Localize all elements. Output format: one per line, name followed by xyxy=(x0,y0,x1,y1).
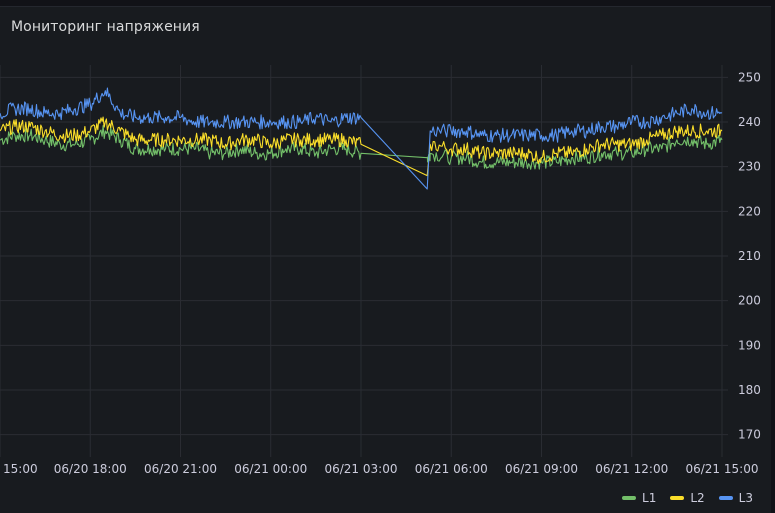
legend-item-l1[interactable]: L1 xyxy=(622,491,656,505)
legend-swatch xyxy=(622,496,637,500)
y-tick-label: 180 xyxy=(738,383,761,397)
chart-legend: L1 L2 L3 xyxy=(622,491,753,505)
legend-label: L1 xyxy=(642,491,657,505)
legend-item-l3[interactable]: L3 xyxy=(718,491,753,505)
x-tick-label: 06/21 12:00 xyxy=(595,462,668,476)
x-tick-label: 06/21 09:00 xyxy=(505,462,578,476)
x-axis-labels: 15:00 06/20 18:00 06/20 21:00 06/21 00:00 06… xyxy=(3,462,758,476)
legend-label: L3 xyxy=(738,491,753,505)
legend-item-l2[interactable]: L2 xyxy=(670,491,705,505)
legend-swatch xyxy=(670,496,685,500)
y-tick-label: 190 xyxy=(738,338,761,352)
y-tick-label: 250 xyxy=(738,70,761,84)
y-tick-label: 240 xyxy=(738,115,761,129)
voltage-panel: Мониторинг напряжения 170 180 190 200 210 220… xyxy=(0,6,771,513)
legend-swatch xyxy=(718,496,733,500)
y-axis-labels: 170 180 190 200 210 220 230 240 250 xyxy=(738,70,761,441)
x-tick-label: 06/20 18:00 xyxy=(54,462,127,476)
x-tick-label: 06/20 21:00 xyxy=(144,462,217,476)
y-tick-label: 210 xyxy=(738,249,761,263)
x-tick-label: 15:00 xyxy=(3,462,38,476)
x-tick-label: 06/21 06:00 xyxy=(415,462,488,476)
y-tick-label: 230 xyxy=(738,160,761,174)
voltage-chart[interactable]: 170 180 190 200 210 220 230 240 250 15:00 06/20 1… xyxy=(0,7,771,513)
y-tick-label: 220 xyxy=(738,204,761,218)
x-tick-label: 06/21 00:00 xyxy=(234,462,307,476)
y-tick-label: 200 xyxy=(738,294,761,308)
legend-label: L2 xyxy=(690,491,705,505)
x-tick-label: 06/21 03:00 xyxy=(324,462,397,476)
y-tick-label: 170 xyxy=(738,428,761,442)
x-tick-label: 06/21 15:00 xyxy=(685,462,758,476)
